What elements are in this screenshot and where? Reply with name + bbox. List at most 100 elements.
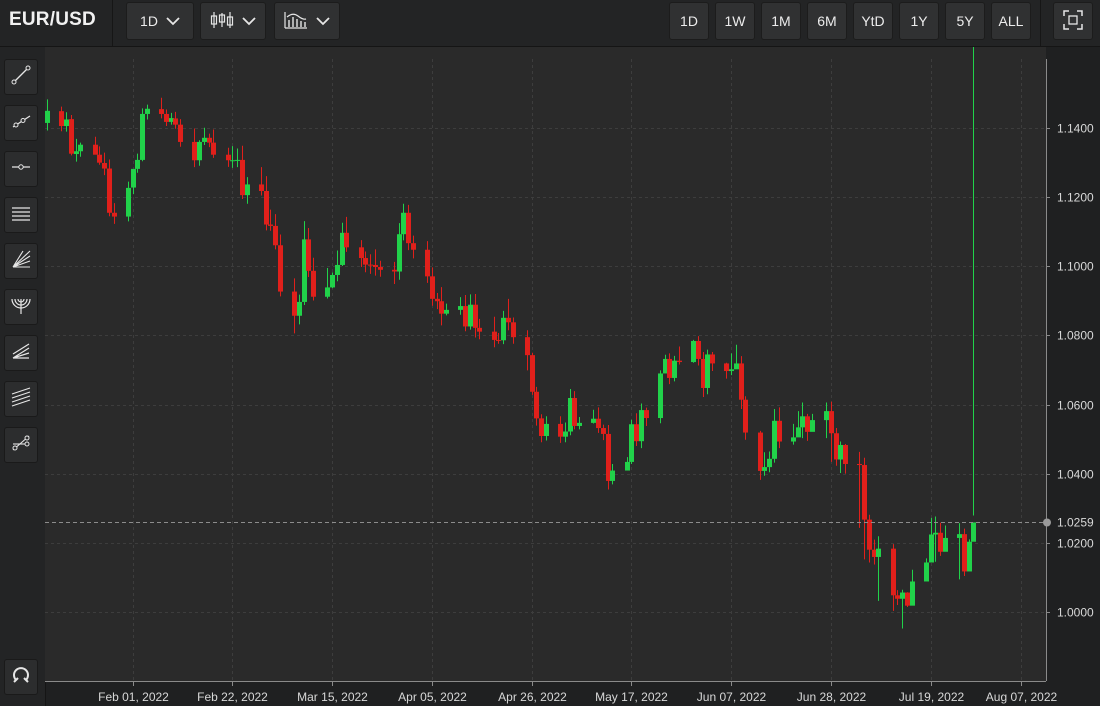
candle-body xyxy=(74,151,79,155)
candle-body xyxy=(102,163,107,169)
candle-body xyxy=(439,301,444,314)
candle-body xyxy=(739,363,744,400)
symbol-title: EUR/USD xyxy=(9,9,96,30)
date-tick-label: May 17, 2022 xyxy=(595,690,668,704)
candle-body xyxy=(397,234,402,272)
candle-body xyxy=(264,191,269,225)
range-button-1d[interactable]: 1D xyxy=(669,2,709,40)
pitchfork-tool[interactable] xyxy=(4,335,38,371)
price-chart[interactable]: 1.0000 1.0200 1.0400 1.0600 1.0800 1.1000 1.12… xyxy=(45,47,1100,706)
range-button-all[interactable]: ALL xyxy=(991,2,1031,40)
parallel-channel-tool[interactable] xyxy=(4,197,38,233)
last-price-label: 1.0259 xyxy=(1057,516,1094,530)
candle-body xyxy=(45,110,50,123)
candle-body xyxy=(957,534,962,538)
candle xyxy=(629,419,634,464)
date-tick-label: Feb 22, 2022 xyxy=(197,690,268,704)
candle-body xyxy=(435,298,440,302)
date-tick-label: Aug 07, 2022 xyxy=(986,690,1058,704)
fullscreen-button[interactable] xyxy=(1053,2,1093,40)
candle-body xyxy=(164,113,169,122)
candle-body xyxy=(838,444,843,460)
trend-line-tool[interactable] xyxy=(4,59,38,95)
candle-body xyxy=(473,304,478,328)
candle-body xyxy=(933,532,938,535)
candle-body xyxy=(572,397,577,426)
price-tick-label: 1.0800 xyxy=(1057,329,1094,343)
candle-body xyxy=(131,168,136,188)
candle-body xyxy=(696,340,701,359)
gann-line-tool[interactable] xyxy=(4,427,38,463)
candle-body xyxy=(226,154,231,161)
drawing-toolbar xyxy=(0,47,46,706)
candle-body xyxy=(796,427,801,438)
candle-body xyxy=(69,119,74,154)
candle-body xyxy=(895,595,900,599)
chart-type-dropdown[interactable] xyxy=(200,2,266,40)
candle-body xyxy=(724,363,729,372)
range-button-1y[interactable]: 1Y xyxy=(899,2,939,40)
date-tick-label: Apr 05, 2022 xyxy=(398,690,467,704)
range-button-5y[interactable]: 5Y xyxy=(945,2,985,40)
candle-body xyxy=(762,467,767,471)
candle xyxy=(69,114,74,156)
candle-body xyxy=(145,108,150,114)
candle-body xyxy=(268,224,273,226)
range-button-1m[interactable]: 1M xyxy=(761,2,801,40)
candle-body xyxy=(240,159,245,196)
candle-body xyxy=(173,118,178,125)
range-button-1w[interactable]: 1W xyxy=(715,2,755,40)
horizontal-line-tool[interactable] xyxy=(4,151,38,187)
candle-body xyxy=(359,247,364,259)
fibonacci-fan-icon xyxy=(10,248,32,275)
indicators-dropdown[interactable] xyxy=(274,2,340,40)
candle-body xyxy=(197,141,202,161)
candle-body xyxy=(59,111,64,127)
interval-dropdown[interactable]: 1D xyxy=(126,2,194,40)
candle xyxy=(905,592,910,608)
candle-body xyxy=(891,548,896,596)
candle-body xyxy=(192,141,197,161)
candle-body xyxy=(468,304,473,327)
candle-body xyxy=(140,113,145,160)
candle-body xyxy=(335,264,340,275)
candle xyxy=(658,370,663,424)
candle-body xyxy=(625,461,630,471)
candle-body xyxy=(392,269,397,272)
toolbar-divider xyxy=(1040,0,1041,46)
date-tick-label: Jul 19, 2022 xyxy=(899,690,965,704)
candle-body xyxy=(900,592,905,599)
fibonacci-arc-icon xyxy=(10,294,32,321)
candle-body xyxy=(857,463,862,466)
candle-body xyxy=(734,363,739,370)
candle-body xyxy=(710,354,715,364)
candlestick-icon xyxy=(210,11,234,32)
candle-body xyxy=(107,168,112,213)
candle-body xyxy=(311,270,316,297)
candle-body xyxy=(810,420,815,432)
candle-body xyxy=(78,144,83,152)
range-button-ytd[interactable]: YtD xyxy=(853,2,893,40)
price-tick-label: 1.0600 xyxy=(1057,399,1094,413)
ray-tool[interactable] xyxy=(4,105,38,141)
candle-body xyxy=(378,267,383,270)
candle-body xyxy=(800,416,805,428)
range-button-6m[interactable]: 6M xyxy=(807,2,847,40)
candle-body xyxy=(64,119,69,127)
date-tick-label: Feb 01, 2022 xyxy=(98,690,169,704)
price-tick-label: 1.1200 xyxy=(1057,191,1094,205)
magnet-tool[interactable] xyxy=(4,659,38,695)
candle-body xyxy=(373,264,378,268)
candle-body xyxy=(330,274,335,288)
fibonacci-arc-tool[interactable] xyxy=(4,289,38,325)
candle-body xyxy=(230,160,235,162)
candle-body xyxy=(325,287,330,297)
candle-body xyxy=(867,519,872,550)
magnet-icon xyxy=(10,664,32,691)
price-tick-label: 1.1400 xyxy=(1057,122,1094,136)
candle-body xyxy=(758,432,763,471)
fibonacci-fan-tool[interactable] xyxy=(4,243,38,279)
candle xyxy=(691,339,696,363)
fibonacci-channel-tool[interactable] xyxy=(4,381,38,417)
date-tick-label: Apr 26, 2022 xyxy=(498,690,567,704)
